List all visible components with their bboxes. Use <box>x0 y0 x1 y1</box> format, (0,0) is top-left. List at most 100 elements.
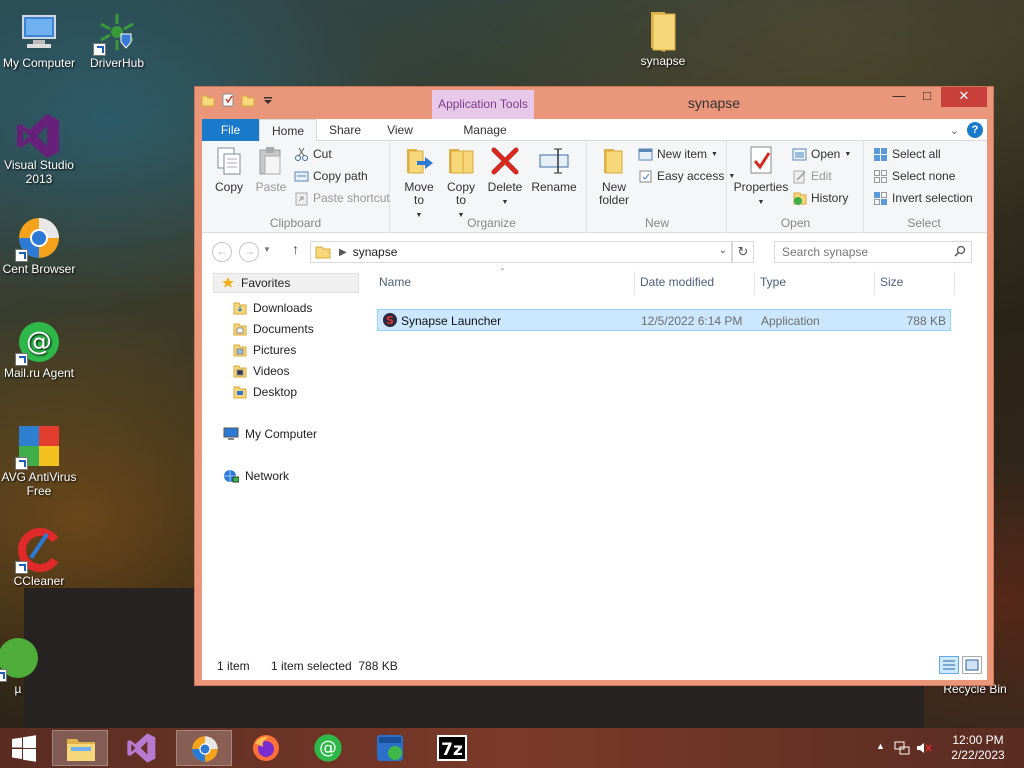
move-to-button[interactable]: Move to ▼ <box>401 145 437 222</box>
desktop-icon-label: My Computer <box>2 56 76 70</box>
history-button[interactable]: History <box>792 189 848 207</box>
properties-button[interactable]: Properties ▼ <box>732 145 790 209</box>
delete-button[interactable]: Delete ▼ <box>485 145 525 209</box>
nav-videos[interactable]: Videos <box>233 364 289 378</box>
clock[interactable]: 12:00 PM 2/22/2023 <box>948 733 1008 763</box>
help-icon[interactable]: ? <box>967 122 983 138</box>
forward-button[interactable]: → <box>239 242 259 262</box>
copy-path-button[interactable]: Copy path <box>294 167 368 185</box>
file-list: ⌃ Name Date modified Type Size S Synapse… <box>374 267 987 649</box>
delete-icon <box>489 145 521 177</box>
file-row-synapse-launcher[interactable]: S Synapse Launcher 12/5/2022 6:14 PM App… <box>377 309 951 331</box>
nav-downloads[interactable]: Downloads <box>233 301 312 315</box>
tab-share[interactable]: Share <box>319 119 371 141</box>
minimize-button[interactable]: — <box>885 87 913 107</box>
tab-file[interactable]: File <box>202 119 259 141</box>
desktop-icon-label: CCleaner <box>13 574 65 588</box>
cut-button[interactable]: Cut <box>294 145 332 163</box>
driverhub-icon <box>93 10 139 56</box>
select-none-button[interactable]: Select none <box>873 167 955 185</box>
desktop-icon-label: Cent Browser <box>2 262 76 276</box>
new-folder-button[interactable]: New folder <box>594 145 634 207</box>
open-button[interactable]: Open ▼ <box>792 145 851 163</box>
expand-ribbon-icon[interactable]: ⌄ <box>950 124 959 137</box>
column-header-size[interactable]: Size <box>880 275 903 289</box>
desktop-icon-visual-studio[interactable]: Visual Studio 2013 <box>0 112 81 186</box>
desktop-icon-my-computer[interactable]: My Computer <box>0 10 81 70</box>
column-divider[interactable] <box>754 271 755 295</box>
avg-antivirus-icon <box>15 424 61 470</box>
nav-documents[interactable]: Documents <box>233 322 314 336</box>
column-header-name[interactable]: Name <box>379 275 411 289</box>
large-icons-view-button[interactable] <box>962 656 982 674</box>
taskbar-mail-ru-agent[interactable]: @ <box>300 730 356 766</box>
column-header-date-modified[interactable]: Date modified <box>640 275 714 289</box>
history-label: History <box>811 191 849 205</box>
search-input[interactable]: Search synapse <box>774 241 972 263</box>
properties-icon <box>745 145 777 177</box>
column-header-type[interactable]: Type <box>760 275 786 289</box>
edit-label: Edit <box>811 169 832 183</box>
taskbar-cent-browser[interactable] <box>176 730 232 766</box>
desktop-icon-mail-ru-agent[interactable]: @ Mail.ru Agent <box>0 320 81 380</box>
breadcrumb-separator-icon[interactable]: ▶ <box>339 247 347 258</box>
maximize-button[interactable]: □ <box>913 87 941 107</box>
paste-button[interactable]: Paste <box>252 145 290 194</box>
up-arrow-icon[interactable]: ↑ <box>292 241 299 257</box>
address-bar[interactable]: ▶ synapse ⌄ <box>310 241 732 263</box>
tab-view[interactable]: View <box>374 119 426 141</box>
nav-desktop[interactable]: Desktop <box>233 385 297 399</box>
taskbar-file-explorer[interactable] <box>52 730 108 766</box>
show-hidden-icons-icon[interactable]: ▲ <box>876 741 885 751</box>
tab-home[interactable]: Home <box>259 119 317 142</box>
column-divider[interactable] <box>634 271 635 295</box>
column-divider[interactable] <box>954 271 955 295</box>
delete-label: Delete <box>487 180 523 194</box>
desktop-icon-avg[interactable]: AVG AntiVirus Free <box>0 424 81 498</box>
desktop-icon-cent-browser[interactable]: Cent Browser <box>0 216 81 276</box>
copy-to-button[interactable]: Copy to ▼ <box>443 145 479 222</box>
address-dropdown-icon[interactable]: ⌄ <box>719 245 727 256</box>
desktop-icon-utorrent[interactable]: µ <box>0 636 60 696</box>
desktop-icon-ccleaner[interactable]: CCleaner <box>0 528 81 588</box>
edit-button[interactable]: Edit <box>792 167 832 185</box>
cut-label: Cut <box>313 147 332 161</box>
refresh-button[interactable]: ↻ <box>732 241 754 263</box>
taskbar-7zip[interactable]: 7z <box>424 730 480 766</box>
details-view-button[interactable] <box>939 656 959 674</box>
window-title: synapse <box>687 95 741 111</box>
new-item-button[interactable]: New item ▼ <box>638 145 718 163</box>
paste-label: Paste <box>255 180 287 194</box>
desktop-icon-driverhub[interactable]: DriverHub <box>75 10 159 70</box>
title-bar[interactable]: Application Tools synapse — □ ✕ <box>195 87 993 119</box>
nav-favorites[interactable]: Favorites <box>213 273 359 293</box>
easy-access-button[interactable]: Easy access ▼ <box>638 167 735 185</box>
invert-selection-button[interactable]: Invert selection <box>873 189 973 207</box>
close-button[interactable]: ✕ <box>941 87 987 107</box>
new-item-label: New item <box>657 147 708 161</box>
paste-shortcut-button[interactable]: Paste shortcut <box>294 189 390 207</box>
computer-icon <box>17 10 61 54</box>
select-all-button[interactable]: Select all <box>873 145 941 163</box>
desktop-icon-synapse-folder[interactable]: synapse <box>621 8 705 68</box>
copy-button[interactable]: Copy <box>210 145 248 194</box>
tab-manage[interactable]: Manage <box>434 119 536 141</box>
nav-my-computer[interactable]: My Computer <box>223 427 317 441</box>
column-divider[interactable] <box>874 271 875 295</box>
navigation-pane: Favorites Downloads Documents Pictures V… <box>202 269 367 649</box>
volume-muted-icon[interactable] <box>916 741 932 755</box>
breadcrumb-synapse[interactable]: synapse <box>353 245 398 259</box>
taskbar-iobit[interactable] <box>362 730 418 766</box>
taskbar-firefox[interactable] <box>238 730 294 766</box>
nav-network[interactable]: Network <box>223 469 289 483</box>
back-button[interactable]: ← <box>212 242 232 262</box>
nav-pictures-label: Pictures <box>253 343 297 357</box>
taskbar-visual-studio[interactable] <box>114 730 170 766</box>
sort-ascending-icon: ⌃ <box>499 267 506 276</box>
start-button[interactable] <box>0 730 48 766</box>
recent-locations-icon[interactable]: ▼ <box>263 245 271 254</box>
nav-pictures[interactable]: Pictures <box>233 343 296 357</box>
rename-button[interactable]: Rename <box>529 145 579 194</box>
network-status-icon[interactable] <box>894 741 910 755</box>
dropdown-arrow-icon: ▼ <box>501 199 509 206</box>
